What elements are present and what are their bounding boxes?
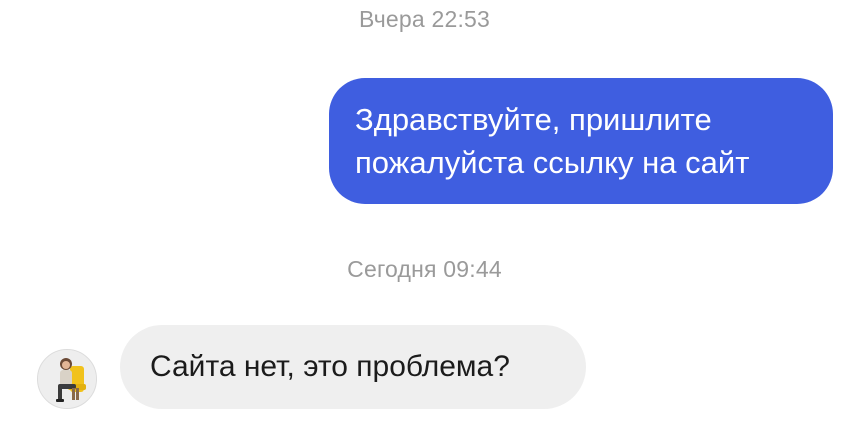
date-separator-today: Сегодня 09:44 — [347, 256, 502, 282]
outgoing-message-bubble[interactable]: Здравствуйте, пришлите пожалуйста ссылку… — [329, 78, 833, 204]
message-text-line-1: Здравствуйте, пришлите — [355, 102, 712, 137]
date-separator-yesterday: Вчера 22:53 — [358, 6, 491, 32]
incoming-message-bubble[interactable]: Сайта нет, это проблема? — [120, 325, 586, 409]
message-text-line-2: пожалуйста ссылку на сайт — [355, 145, 750, 180]
avatar-photo-icon — [38, 350, 96, 408]
sender-avatar-icon[interactable] — [37, 349, 97, 409]
